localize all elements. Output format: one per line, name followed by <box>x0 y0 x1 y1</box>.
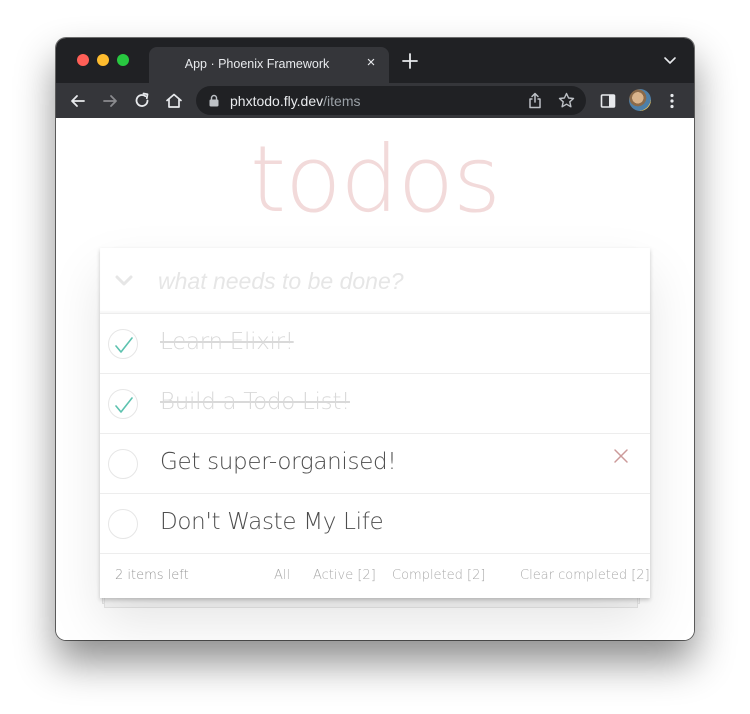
todo-item: Learn Elixir! <box>100 314 650 374</box>
delete-x-icon[interactable] <box>612 447 630 465</box>
forward-arrow-icon[interactable] <box>100 91 120 111</box>
toggle-all-chevron-icon[interactable] <box>114 274 134 288</box>
url-path: /items <box>323 93 361 109</box>
tab-close-icon[interactable]: × <box>363 55 379 71</box>
todo-title[interactable]: Don't Waste My Life <box>160 509 384 535</box>
url-text: phxtodo.fly.dev/items <box>230 93 360 109</box>
todo-item: Get super-organised! <box>100 434 650 494</box>
tab-search-chevron-icon[interactable] <box>663 56 677 66</box>
url-host: phxtodo.fly.dev <box>230 93 324 109</box>
tab-title: App · Phoenix Framework <box>184 57 330 71</box>
title-bar: App · Phoenix Framework × <box>56 38 694 83</box>
items-left-count: 2 items left <box>115 568 189 583</box>
todo-toggle-checkbox[interactable] <box>108 509 138 539</box>
stack-shadow <box>104 598 638 608</box>
new-todo-row <box>100 248 650 314</box>
close-window-button[interactable] <box>77 54 89 66</box>
minimize-window-button[interactable] <box>97 54 109 66</box>
maximize-window-button[interactable] <box>117 54 129 66</box>
new-todo-input[interactable] <box>158 262 628 300</box>
browser-tab-active[interactable]: App · Phoenix Framework × <box>149 47 389 83</box>
todo-title[interactable]: Build a Todo List! <box>160 389 350 415</box>
todo-title[interactable]: Learn Elixir! <box>160 329 294 355</box>
share-icon[interactable] <box>527 92 543 109</box>
todo-toggle-checkbox[interactable] <box>108 389 138 419</box>
todo-toggle-checkbox[interactable] <box>108 329 138 359</box>
todo-app: Learn Elixir! Build a Todo List! Get sup… <box>100 248 650 598</box>
app-heading: todos <box>250 126 501 233</box>
clear-completed-button[interactable]: Clear completed [2] <box>520 568 650 583</box>
lock-icon[interactable] <box>208 94 220 107</box>
checkmark-icon <box>115 337 133 353</box>
filter-active-link[interactable]: Active [2] <box>313 568 376 583</box>
home-icon[interactable] <box>164 91 184 111</box>
todo-toggle-checkbox[interactable] <box>108 449 138 479</box>
filter-all-link[interactable]: All <box>274 568 290 583</box>
todo-item: Don't Waste My Life <box>100 494 650 554</box>
profile-avatar[interactable] <box>629 89 651 111</box>
browser-window: App · Phoenix Framework × phxtodo.fly.de… <box>56 38 694 640</box>
todo-footer: 2 items left All Active [2] Completed [2… <box>100 554 650 598</box>
filter-completed-link[interactable]: Completed [2] <box>392 568 485 583</box>
new-tab-plus-icon[interactable] <box>401 52 419 70</box>
side-panel-icon[interactable] <box>598 91 618 111</box>
back-arrow-icon[interactable] <box>68 91 88 111</box>
bookmark-star-icon[interactable] <box>558 92 575 109</box>
checkmark-icon <box>115 397 133 413</box>
more-menu-icon[interactable] <box>662 91 682 111</box>
address-bar[interactable]: phxtodo.fly.dev/items <box>196 86 586 115</box>
todo-title[interactable]: Get super-organised! <box>160 449 397 475</box>
page-content: todos Learn Elixir! <box>56 118 694 640</box>
reload-icon[interactable] <box>132 91 152 111</box>
todo-item: Build a Todo List! <box>100 374 650 434</box>
browser-toolbar: phxtodo.fly.dev/items <box>56 83 694 118</box>
